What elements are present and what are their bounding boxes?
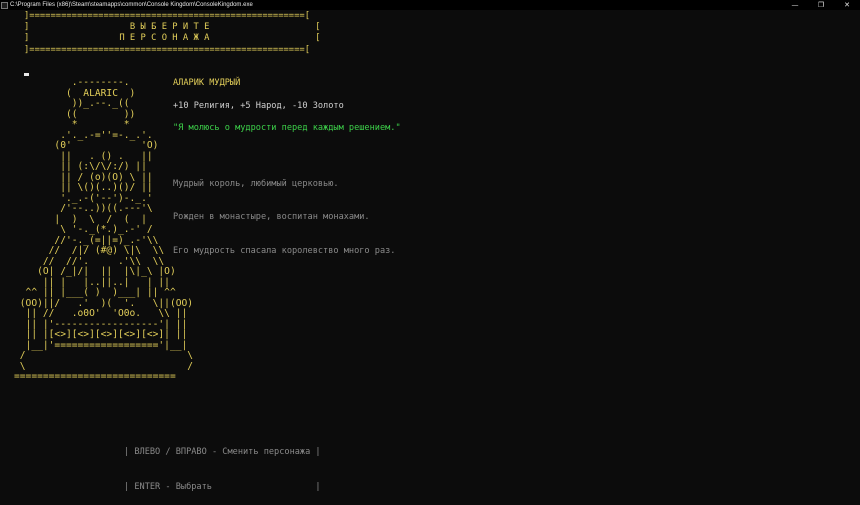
header-line-1: ] В Ы Б Е Р И Т Е [	[24, 22, 321, 33]
description-line-1: Мудрый король, любимый церковью.	[173, 178, 339, 189]
maximize-button[interactable]: ❐	[808, 0, 834, 10]
header-border-bottom: ]=======================================…	[24, 44, 310, 55]
character-quote: "Я молюсь о мудрости перед каждым решени…	[173, 123, 401, 133]
character-description: Мудрый король, любимый церковью. Рожден …	[173, 156, 395, 269]
window-titlebar[interactable]: C:\Program Files (x86)\Steam\steamapps\c…	[0, 0, 860, 10]
close-button[interactable]: ✕	[834, 0, 860, 10]
header-line-2: ] П Е Р С О Н А Ж А [	[24, 33, 321, 44]
character-stats: +10 Религия, +5 Народ, -10 Золото	[173, 101, 344, 111]
window-title: C:\Program Files (x86)\Steam\steamapps\c…	[10, 2, 253, 8]
description-line-3: Его мудрость спасала королевство много р…	[173, 246, 396, 257]
controls-help: | ВЛЕВО / ВПРАВО - Сменить персонажа | |…	[124, 424, 321, 505]
select-character-header: ]=======================================…	[24, 11, 321, 56]
minimize-button[interactable]: —	[782, 0, 808, 10]
character-ascii-portrait: .--------. ( ALARIC ) ))_.--._(( (( )) *…	[14, 77, 194, 382]
control-hint-select: | ENTER - Выбрать |	[124, 481, 321, 492]
console-cursor	[24, 73, 29, 76]
control-hint-change-character: | ВЛЕВО / ВПРАВО - Сменить персонажа |	[124, 447, 321, 457]
character-name: АЛАРИК МУДРЫЙ	[173, 78, 241, 88]
console-app-icon	[1, 1, 8, 9]
window-controls: — ❐ ✕	[782, 0, 860, 10]
description-line-2: Рожден в монастыре, воспитан монахами.	[173, 212, 370, 223]
header-border-top: ]=======================================…	[24, 11, 310, 21]
